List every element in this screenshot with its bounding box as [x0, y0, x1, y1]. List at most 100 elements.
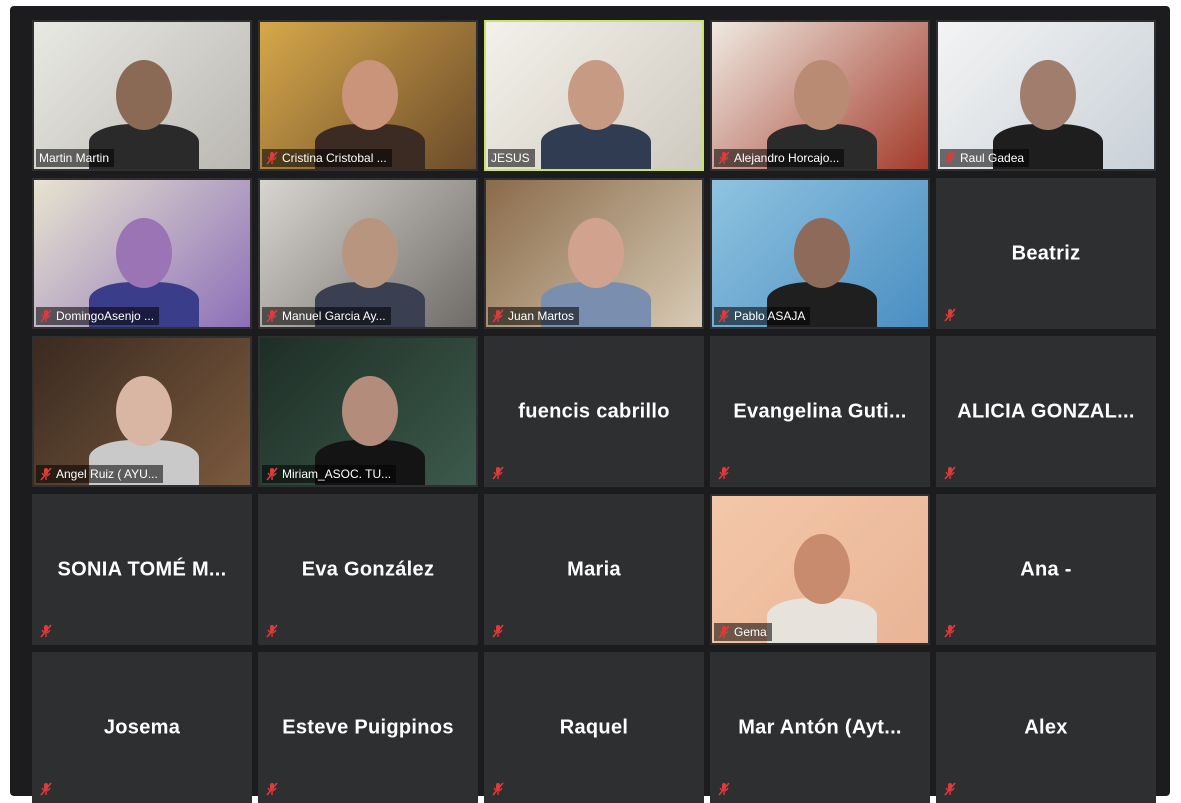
participant-tile[interactable]: fuencis cabrillo: [484, 336, 704, 487]
person-silhouette-head: [342, 376, 398, 446]
participant-video: [34, 180, 250, 327]
participant-name-tag: DomingoAsenjo ...: [36, 307, 160, 325]
participant-name-tag: Juan Martos: [488, 307, 580, 325]
mic-muted-icon: [717, 466, 731, 480]
mic-muted-icon: [265, 151, 279, 165]
participant-tile[interactable]: Alejandro Horcajo...: [710, 20, 930, 171]
participant-name-tag: JESUS: [488, 149, 535, 167]
participant-tile[interactable]: DomingoAsenjo ...: [32, 178, 252, 329]
video-gallery-window: Martin Martin Cristina Cristobal ... JESUS…: [10, 6, 1170, 803]
participant-name: Alejandro Horcajo...: [734, 151, 840, 165]
participant-tile[interactable]: Martin Martin: [32, 20, 252, 171]
participant-tile[interactable]: Ana -: [936, 494, 1156, 645]
person-silhouette-head: [794, 218, 850, 288]
participant-tile[interactable]: Mar Antón (Ayt...: [710, 652, 930, 803]
participant-tile[interactable]: Josema: [32, 652, 252, 803]
person-silhouette-head: [1020, 60, 1076, 130]
participant-name: Raquel: [559, 716, 629, 738]
participant-tile[interactable]: Alex: [936, 652, 1156, 803]
participant-name: Angel Ruiz ( AYU...: [56, 467, 158, 481]
participant-name: Pablo ASAJA: [734, 309, 806, 323]
mic-muted-icon: [265, 309, 279, 323]
participant-video: [712, 22, 928, 169]
participant-tile[interactable]: Raquel: [484, 652, 704, 803]
participant-tile[interactable]: Gema: [710, 494, 930, 645]
person-silhouette-head: [568, 218, 624, 288]
participant-name: fuencis cabrillo: [518, 400, 670, 422]
participant-name: Cristina Cristobal ...: [282, 151, 387, 165]
participant-tile[interactable]: Evangelina Guti...: [710, 336, 930, 487]
mic-muted-icon: [943, 782, 957, 796]
participant-name-tag: Raul Gadea: [940, 149, 1030, 167]
participant-name: Martin Martin: [39, 151, 110, 165]
participant-name: Gema: [734, 625, 767, 639]
mic-muted-icon: [39, 467, 53, 481]
participant-name: Esteve Puigpinos: [282, 716, 454, 738]
participant-name-tag: Pablo ASAJA: [714, 307, 811, 325]
participant-name: Evangelina Guti...: [733, 400, 907, 422]
person-silhouette-head: [568, 60, 624, 130]
mic-muted-icon: [491, 782, 505, 796]
participant-name: Alex: [1024, 716, 1068, 738]
participant-name: Beatriz: [1011, 242, 1081, 264]
mic-muted-icon: [943, 308, 957, 322]
mic-muted-icon: [717, 625, 731, 639]
participant-tile[interactable]: Juan Martos: [484, 178, 704, 329]
mic-muted-icon: [491, 624, 505, 638]
participant-name: Ana -: [1020, 558, 1072, 580]
participant-name: Josema: [103, 716, 181, 738]
participant-tile[interactable]: Cristina Cristobal ...: [258, 20, 478, 171]
participant-tile[interactable]: Manuel Garcia Ay...: [258, 178, 478, 329]
participant-name: Miriam_ASOC. TU...: [282, 467, 392, 481]
participant-name: Raul Gadea: [960, 151, 1025, 165]
mic-muted-icon: [491, 309, 505, 323]
participant-video: [712, 180, 928, 327]
person-silhouette-head: [342, 60, 398, 130]
participant-name-tag: Martin Martin: [36, 149, 115, 167]
person-silhouette-head: [794, 534, 850, 604]
participant-tile[interactable]: Raul Gadea: [936, 20, 1156, 171]
mic-muted-icon: [39, 624, 53, 638]
person-silhouette-body: [767, 598, 877, 643]
mic-muted-icon: [943, 624, 957, 638]
participant-video: [260, 180, 476, 327]
participant-name: SONIA TOMÉ M...: [57, 558, 227, 580]
mic-muted-icon: [265, 624, 279, 638]
person-silhouette-head: [794, 60, 850, 130]
participant-video: [486, 22, 702, 169]
participant-tile[interactable]: Beatriz: [936, 178, 1156, 329]
participant-name-tag: Alejandro Horcajo...: [714, 149, 845, 167]
participant-name: Maria: [567, 558, 621, 580]
person-silhouette-head: [116, 218, 172, 288]
participant-tile[interactable]: ALICIA GONZAL...: [936, 336, 1156, 487]
person-silhouette-head: [116, 376, 172, 446]
participant-video: [486, 180, 702, 327]
participant-video: [260, 338, 476, 485]
mic-muted-icon: [39, 782, 53, 796]
participant-name: Manuel Garcia Ay...: [282, 309, 386, 323]
participant-name: Mar Antón (Ayt...: [738, 716, 902, 738]
participant-video: [938, 22, 1154, 169]
participant-tile[interactable]: Esteve Puigpinos: [258, 652, 478, 803]
participant-video: [712, 496, 928, 643]
participant-grid: Martin Martin Cristina Cristobal ... JESUS…: [32, 20, 1156, 803]
mic-muted-icon: [943, 151, 957, 165]
participant-tile[interactable]: SONIA TOMÉ M...: [32, 494, 252, 645]
participant-tile[interactable]: Maria: [484, 494, 704, 645]
participant-name: DomingoAsenjo ...: [56, 309, 155, 323]
mic-muted-icon: [491, 466, 505, 480]
mic-muted-icon: [717, 151, 731, 165]
participant-tile[interactable]: JESUS: [484, 20, 704, 171]
participant-tile[interactable]: Miriam_ASOC. TU...: [258, 336, 478, 487]
participant-name: JESUS: [491, 151, 530, 165]
participant-name: Eva González: [301, 558, 435, 580]
mic-muted-icon: [39, 309, 53, 323]
participant-name-tag: Angel Ruiz ( AYU...: [36, 465, 163, 483]
participant-name: ALICIA GONZAL...: [957, 400, 1135, 422]
participant-tile[interactable]: Angel Ruiz ( AYU...: [32, 336, 252, 487]
participant-video: [34, 22, 250, 169]
participant-name-tag: Cristina Cristobal ...: [262, 149, 392, 167]
person-silhouette-head: [116, 60, 172, 130]
participant-tile[interactable]: Pablo ASAJA: [710, 178, 930, 329]
participant-tile[interactable]: Eva González: [258, 494, 478, 645]
